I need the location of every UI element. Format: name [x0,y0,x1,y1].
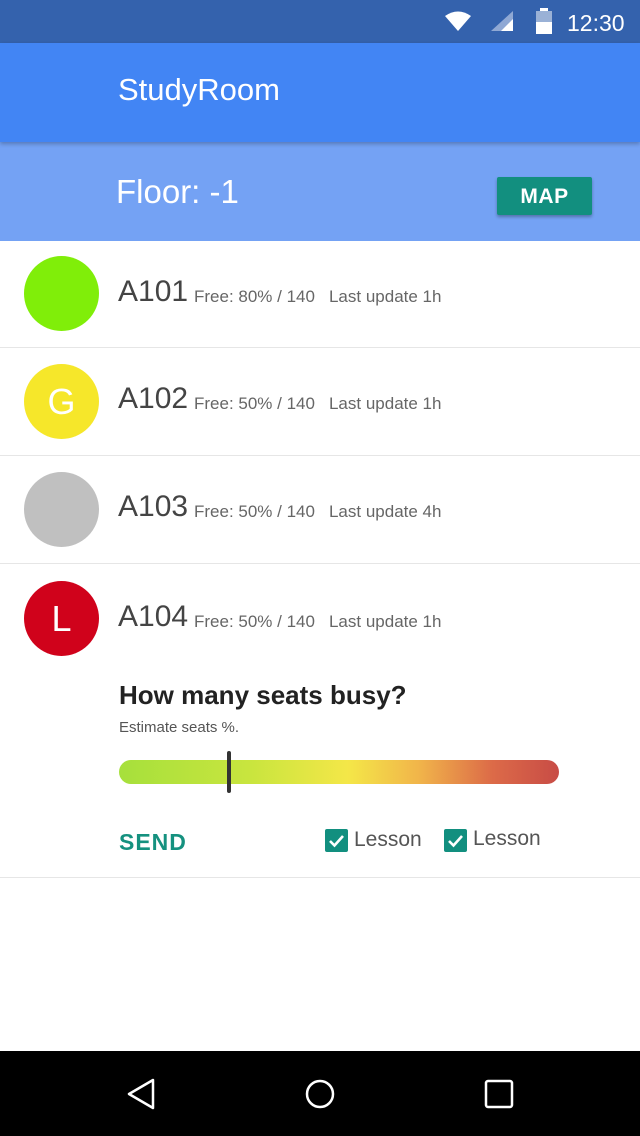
lesson-checkbox-2[interactable] [444,829,467,852]
check-icon [448,835,463,848]
room-info: Free: 50% / 140 Last update 1h [194,393,441,415]
back-icon[interactable] [121,1074,161,1114]
app-bar: StudyRoom [0,43,640,142]
floor-label: Floor: -1 [116,173,239,210]
slider-thumb[interactable] [227,751,231,793]
nav-bar [0,1051,640,1136]
room-row-a102[interactable]: G A102 Free: 50% / 140 Last update 1h [0,348,640,456]
room-name: A103 [118,490,189,523]
check-icon [329,835,344,848]
status-time: 12:30 [567,10,625,36]
room-free-seats: Free: 50% / 140 [194,394,315,413]
room-name: A101 [118,275,189,308]
room-last-update: Last update 1h [328,612,442,631]
lesson-checkbox-1[interactable] [325,829,348,852]
send-button[interactable]: SEND [119,828,187,856]
room-name: A104 [118,600,189,633]
floor-bar: Floor: -1 MAP [0,142,640,241]
room-last-update: Last update 1h [328,287,442,306]
room-avatar: L [24,581,99,656]
app-title: StudyRoom [118,72,280,107]
room-info: Free: 80% / 140 Last update 1h [194,286,441,308]
room-avatar [24,472,99,547]
room-last-update: Last update 1h [328,394,442,413]
recents-icon[interactable] [479,1074,519,1114]
map-button[interactable]: MAP [497,177,592,215]
room-avatar: G [24,364,99,439]
room-row-a103[interactable]: A103 Free: 50% / 140 Last update 4h [0,456,640,564]
wifi-icon [445,11,471,31]
battery-icon [536,8,552,34]
room-info: Free: 50% / 140 Last update 4h [194,501,441,523]
room-row-a101[interactable]: A101 Free: 80% / 140 Last update 1h [0,241,640,348]
room-avatar [24,256,99,331]
status-bar: 12:30 [0,0,640,43]
room-name: A102 [118,382,189,415]
seats-question: How many seats busy? [119,680,407,710]
room-row-a104[interactable]: L A104 Free: 50% / 140 Last update 1h [0,564,640,878]
room-last-update: Last update 4h [328,502,442,521]
seats-hint: Estimate seats %. [119,719,240,736]
room-free-seats: Free: 80% / 140 [194,287,315,306]
cell-signal-icon [491,11,513,31]
room-free-seats: Free: 50% / 140 [194,612,315,631]
room-free-seats: Free: 50% / 140 [194,502,315,521]
lesson-checkbox-label-2: Lesson [473,827,541,850]
room-info: Free: 50% / 140 Last update 1h [194,611,441,633]
home-icon[interactable] [300,1074,340,1114]
lesson-checkbox-label-1: Lesson [354,828,422,851]
seats-slider[interactable] [119,760,559,784]
